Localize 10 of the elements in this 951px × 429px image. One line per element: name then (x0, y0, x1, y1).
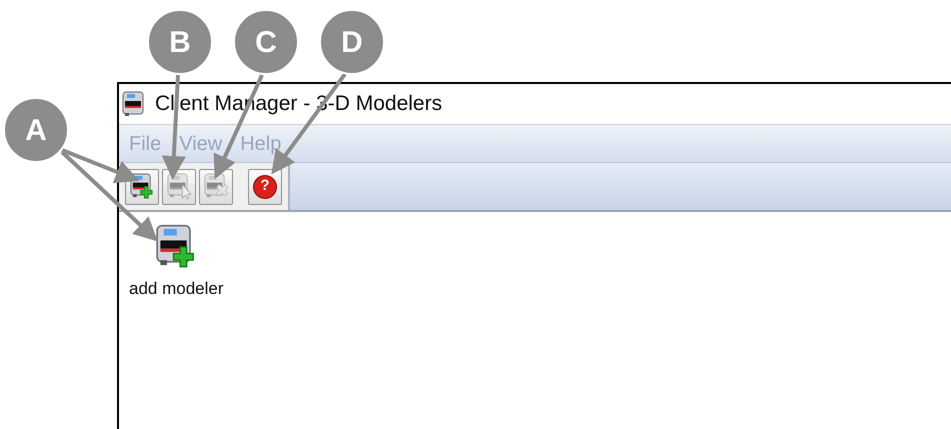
callout-badge: A (3, 97, 69, 163)
add-modeler-button[interactable] (125, 168, 159, 204)
callout-badge: B (147, 9, 213, 75)
modeler-cross-icon (203, 173, 229, 200)
modeler-cursor-icon (166, 173, 192, 200)
callout-badge: D (319, 9, 385, 75)
help-button[interactable]: ? (248, 168, 282, 204)
modeler-icon (121, 91, 145, 117)
callout-badge: C (233, 9, 299, 75)
item-label[interactable]: add modeler (129, 276, 224, 302)
